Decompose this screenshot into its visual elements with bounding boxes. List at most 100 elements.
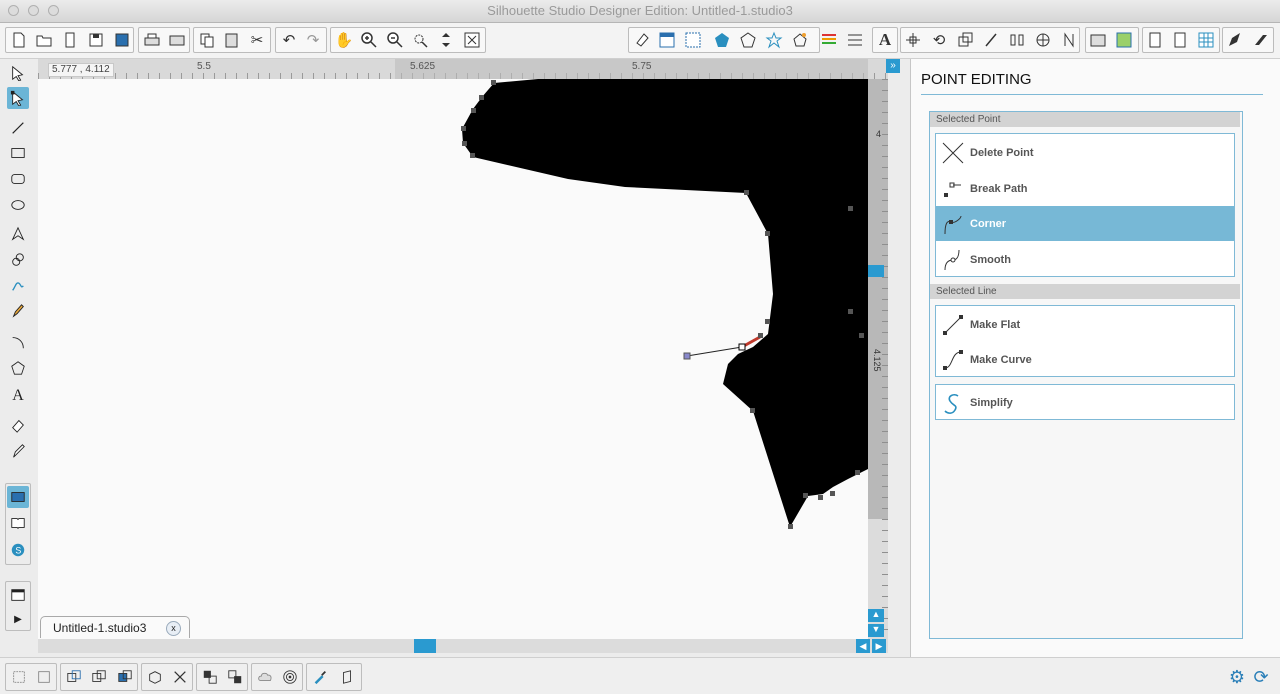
paste-icon[interactable]	[221, 29, 243, 51]
ellipse-tool-icon[interactable]	[7, 194, 29, 216]
text-style-icon[interactable]: A	[874, 29, 896, 51]
fill-color-icon[interactable]	[631, 29, 653, 51]
knife-tool-icon[interactable]	[7, 440, 29, 462]
release-compound-icon[interactable]	[88, 666, 110, 688]
copy-icon[interactable]	[196, 29, 218, 51]
vertical-scroll-thumb[interactable]	[868, 265, 884, 277]
make-curve-button[interactable]: Make Curve	[936, 342, 1234, 377]
expand-play-icon[interactable]: ▶	[7, 608, 29, 630]
eyedropper-icon[interactable]	[309, 666, 331, 688]
page-setup-icon[interactable]	[656, 29, 678, 51]
replicate-icon[interactable]	[1006, 29, 1028, 51]
save-to-library-icon[interactable]	[111, 29, 133, 51]
window-icon[interactable]	[7, 584, 29, 606]
close-window-button[interactable]	[8, 5, 19, 16]
rotate-icon[interactable]: ⟲	[928, 29, 950, 51]
collapse-panel-chevron-icon[interactable]: »	[886, 59, 900, 73]
send-backward-icon[interactable]	[224, 666, 246, 688]
eraser-icon[interactable]	[1249, 29, 1271, 51]
zoom-selection-icon[interactable]	[409, 29, 431, 51]
duplicate-cube-icon[interactable]	[144, 666, 166, 688]
offset-icon[interactable]	[1058, 29, 1080, 51]
cut-scissors-icon[interactable]: ✂	[246, 29, 268, 51]
library-icon[interactable]	[59, 29, 81, 51]
shadow-icon[interactable]	[789, 29, 811, 51]
zoom-out-icon[interactable]	[384, 29, 406, 51]
ungroup-icon[interactable]	[33, 666, 55, 688]
make-compound-icon[interactable]	[63, 666, 85, 688]
cut-settings-icon[interactable]	[1113, 29, 1135, 51]
horizontal-scrollbar[interactable]: ◀ ▶	[38, 639, 888, 653]
grid-view-icon[interactable]	[1195, 29, 1217, 51]
right-ruler: 4 4.125 ▲ ▼	[868, 79, 888, 639]
scroll-down-arrow-icon[interactable]: ▼	[868, 624, 884, 637]
settings-gear-icon[interactable]: ⚙	[1226, 666, 1248, 688]
send-panel-icon[interactable]	[1144, 29, 1166, 51]
select-arrow-icon[interactable]	[7, 62, 29, 84]
pentagon-tool-icon[interactable]	[7, 357, 29, 379]
arc-tool-icon[interactable]	[7, 331, 29, 353]
rounded-rectangle-tool-icon[interactable]	[7, 168, 29, 190]
star-shape-icon[interactable]	[763, 29, 785, 51]
minimize-window-button[interactable]	[28, 5, 39, 16]
fit-to-window-icon[interactable]	[461, 29, 483, 51]
document-tab[interactable]: Untitled-1.studio3 x	[40, 616, 190, 638]
point-edit-arrow-icon[interactable]	[7, 87, 29, 109]
simplify-button[interactable]: Simplify	[936, 385, 1234, 420]
modify-icon[interactable]	[1032, 29, 1054, 51]
horizontal-scroll-thumb[interactable]	[414, 639, 436, 653]
redo-icon[interactable]: ↷	[302, 29, 324, 51]
polygon-tool-icon[interactable]	[7, 223, 29, 245]
smooth-button[interactable]: Smooth	[936, 242, 1234, 277]
pentagon-outline-icon[interactable]	[737, 29, 759, 51]
sync-refresh-icon[interactable]: ⟳	[1250, 666, 1272, 688]
silhouette-store-icon[interactable]: S	[7, 539, 29, 561]
move-icon[interactable]	[980, 29, 1002, 51]
scroll-up-arrow-icon[interactable]: ▲	[868, 609, 884, 622]
make-flat-button[interactable]: Make Flat	[936, 307, 1234, 342]
corner-button[interactable]: Corner	[936, 206, 1234, 241]
rectangle-tool-icon[interactable]	[7, 142, 29, 164]
sketch-icon[interactable]	[1224, 29, 1246, 51]
save-icon[interactable]	[85, 29, 107, 51]
delete-point-button[interactable]: Delete Point	[936, 135, 1234, 170]
open-folder-icon[interactable]	[33, 29, 55, 51]
cloud-shape-icon[interactable]	[254, 666, 276, 688]
design-page-icon[interactable]	[7, 486, 29, 508]
send-to-cutter-icon[interactable]	[166, 29, 188, 51]
close-tab-icon[interactable]: x	[166, 621, 181, 636]
design-workarea[interactable]	[38, 79, 868, 639]
group-icon[interactable]	[8, 666, 30, 688]
curve-tool-icon[interactable]	[7, 249, 29, 271]
new-document-icon[interactable]	[8, 29, 30, 51]
layers-icon[interactable]	[336, 666, 358, 688]
grid-icon[interactable]	[682, 29, 704, 51]
zoom-drag-icon[interactable]	[435, 29, 457, 51]
line-style-icon[interactable]	[844, 29, 866, 51]
scale-icon[interactable]	[954, 29, 976, 51]
scroll-right-arrow-icon[interactable]: ▶	[872, 639, 886, 653]
freehand-tool-icon[interactable]	[7, 274, 29, 296]
pentagon-blue-icon[interactable]	[711, 29, 733, 51]
weld-icon[interactable]	[114, 666, 136, 688]
line-tool-icon[interactable]	[7, 117, 29, 139]
break-path-button[interactable]: Break Path	[936, 171, 1234, 206]
delete-x-icon[interactable]	[169, 666, 191, 688]
zoom-window-button[interactable]	[48, 5, 59, 16]
bring-forward-icon[interactable]	[199, 666, 221, 688]
print-icon[interactable]	[141, 29, 163, 51]
align-icon[interactable]	[902, 29, 924, 51]
library-book-icon[interactable]	[7, 512, 29, 534]
trace-icon[interactable]	[1087, 29, 1109, 51]
pan-hand-icon[interactable]: ✋	[333, 29, 355, 51]
design-store-icon[interactable]	[1169, 29, 1191, 51]
scroll-left-arrow-icon[interactable]: ◀	[856, 639, 870, 653]
undo-icon[interactable]: ↶	[278, 29, 300, 51]
offset-rings-icon[interactable]	[279, 666, 301, 688]
eraser-tool-icon[interactable]	[7, 414, 29, 436]
text-tool-icon[interactable]: A	[7, 385, 29, 407]
pencil-tool-icon[interactable]	[7, 300, 29, 322]
line-color-icon[interactable]	[818, 29, 840, 51]
design-shape[interactable]	[38, 79, 868, 639]
zoom-in-icon[interactable]	[358, 29, 380, 51]
